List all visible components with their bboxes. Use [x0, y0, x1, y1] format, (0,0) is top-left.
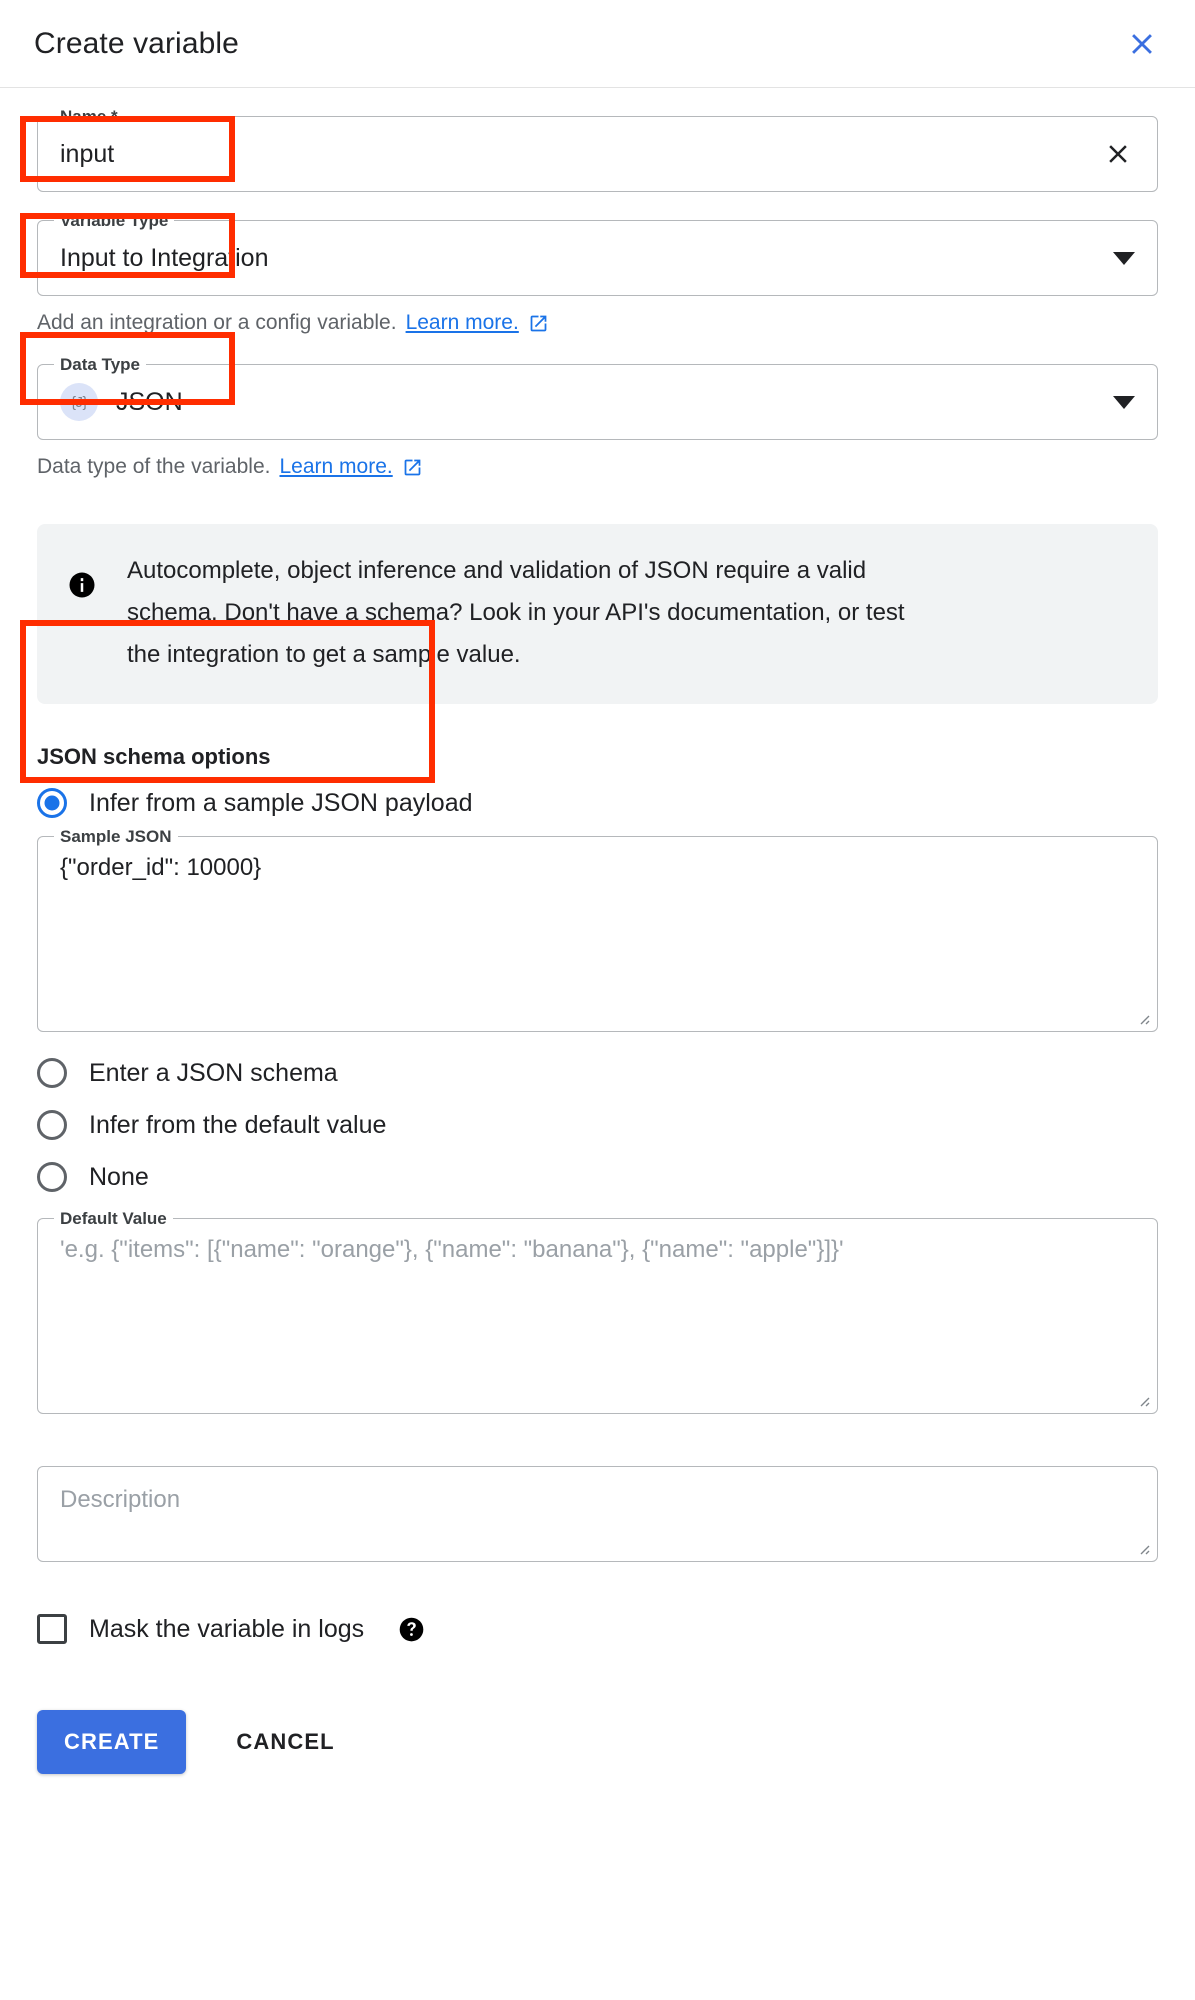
radio-icon[interactable]: [37, 1110, 67, 1140]
data-type-label: Data Type: [54, 355, 146, 375]
external-link-icon[interactable]: [402, 457, 423, 478]
radio-label: Enter a JSON schema: [89, 1059, 338, 1087]
radio-infer-from-default-value[interactable]: Infer from the default value: [37, 1110, 1158, 1140]
checkbox-icon[interactable]: [37, 1614, 67, 1644]
json-schema-options-title: JSON schema options: [37, 744, 271, 769]
mask-variable-label: Mask the variable in logs: [89, 1614, 365, 1643]
page-title: Create variable: [34, 26, 239, 60]
help-circle-icon[interactable]: [398, 1616, 425, 1643]
default-value-textarea[interactable]: Default Value 'e.g. {"items": [{"name": …: [37, 1209, 1158, 1414]
data-type-helper-text: Data type of the variable.: [37, 455, 271, 478]
name-field[interactable]: Name * input: [37, 107, 1158, 192]
resize-handle[interactable]: [1134, 1009, 1150, 1025]
info-banner: Autocomplete, object inference and valid…: [37, 524, 1158, 704]
close-icon[interactable]: [1119, 21, 1165, 67]
dialog-header: Create variable: [0, 0, 1195, 88]
resize-handle[interactable]: [1134, 1539, 1150, 1555]
radio-icon[interactable]: [37, 788, 67, 818]
external-link-icon[interactable]: [528, 313, 549, 334]
variable-type-learn-more-link[interactable]: Learn more.: [406, 310, 519, 336]
default-value-label: Default Value: [54, 1209, 173, 1229]
json-schema-options: JSON schema options Infer from a sample …: [37, 744, 1158, 1192]
sample-json-textarea[interactable]: Sample JSON {"order_id": 10000}: [37, 827, 1158, 1032]
radio-enter-json-schema[interactable]: Enter a JSON schema: [37, 1058, 1158, 1088]
radio-icon[interactable]: [37, 1162, 67, 1192]
data-type-learn-more-link[interactable]: Learn more.: [279, 454, 392, 480]
info-line-2: schema. Don't have a schema? Look in you…: [127, 599, 905, 626]
mask-variable-checkbox-row[interactable]: Mask the variable in logs: [37, 1614, 1158, 1644]
data-type-value: JSON: [116, 388, 183, 416]
variable-type-value: Input to Integration: [60, 244, 269, 272]
variable-type-select[interactable]: Variable Type Input to Integration: [37, 211, 1158, 296]
radio-infer-from-sample-json[interactable]: Infer from a sample JSON payload: [37, 788, 1158, 818]
info-icon: [67, 570, 97, 605]
name-input[interactable]: input: [60, 139, 1091, 169]
chevron-down-icon[interactable]: [1113, 395, 1135, 409]
info-line-3: the integration to get a sample value.: [127, 641, 521, 668]
sample-json-input[interactable]: {"order_id": 10000}: [60, 853, 1135, 883]
data-type-select[interactable]: Data Type {J} JSON: [37, 355, 1158, 440]
description-textarea[interactable]: Description: [37, 1466, 1158, 1562]
radio-label: None: [89, 1163, 149, 1191]
clear-x-icon[interactable]: [1101, 137, 1135, 171]
chevron-down-icon[interactable]: [1113, 251, 1135, 265]
default-value-input[interactable]: 'e.g. {"items": [{"name": "orange"}, {"n…: [60, 1235, 1135, 1265]
sample-json-label: Sample JSON: [54, 827, 178, 847]
resize-handle[interactable]: [1134, 1391, 1150, 1407]
description-input[interactable]: Description: [60, 1485, 1135, 1515]
data-type-helper: Data type of the variable. Learn more.: [37, 454, 1158, 480]
info-banner-text: Autocomplete, object inference and valid…: [127, 550, 905, 676]
dialog-footer: CREATE CANCEL: [37, 1710, 1158, 1814]
variable-type-label: Variable Type: [54, 211, 175, 231]
variable-type-helper-text: Add an integration or a config variable.: [37, 311, 397, 334]
radio-label: Infer from a sample JSON payload: [89, 789, 473, 817]
info-line-1: Autocomplete, object inference and valid…: [127, 557, 867, 584]
create-button[interactable]: CREATE: [37, 1710, 187, 1774]
variable-type-helper: Add an integration or a config variable.…: [37, 310, 1158, 336]
json-type-icon: {J}: [60, 383, 98, 421]
cancel-button[interactable]: CANCEL: [220, 1710, 350, 1774]
radio-none[interactable]: None: [37, 1162, 1158, 1192]
dialog-body: Name * input Variable Type Input to Inte…: [0, 107, 1195, 1814]
name-field-label: Name *: [54, 107, 124, 127]
radio-icon[interactable]: [37, 1058, 67, 1088]
radio-label: Infer from the default value: [89, 1111, 387, 1139]
